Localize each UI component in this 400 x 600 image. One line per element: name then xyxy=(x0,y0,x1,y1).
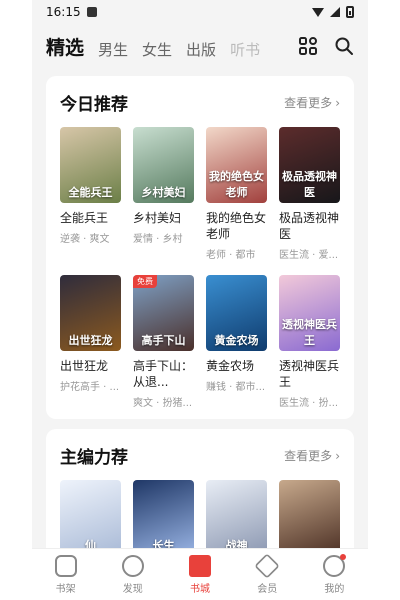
view-more-link[interactable]: 查看更多 › xyxy=(284,447,340,464)
bottom-tab-bar: 书架 发现 书城 会员 我的 xyxy=(32,548,368,600)
cover-title: 黄金农场 xyxy=(214,334,259,347)
book-cover: 乡村美妇 xyxy=(133,127,194,203)
book-cover: 长生 xyxy=(133,480,194,556)
cover-title: 我的绝色女老师 xyxy=(209,170,264,199)
book-item[interactable]: 仙 xyxy=(60,480,121,556)
book-tags: 爱情 · 乡村 xyxy=(133,234,183,245)
book-item[interactable]: 极品透视神医 极品透视神医 医生流 · 爱... xyxy=(279,127,340,261)
cover-title: 全能兵王 xyxy=(68,186,113,199)
book-item[interactable]: 黄金农场 黄金农场 赚钱 · 都市... xyxy=(206,275,267,409)
book-tags: 医生流 · 爱... xyxy=(279,250,339,261)
view-more-label: 查看更多 xyxy=(284,96,333,110)
book-cover: 免费 高手下山 xyxy=(133,275,194,351)
book-cover: 全能兵王 xyxy=(60,127,121,203)
bookshelf-icon xyxy=(54,554,77,577)
bottom-tab-bookstore[interactable]: 书城 xyxy=(166,549,233,600)
book-item[interactable]: 全能兵王 全能兵王 逆袭 · 爽文 xyxy=(60,127,121,261)
bottom-tab-profile[interactable]: 我的 xyxy=(301,549,368,600)
book-cover: 极品透视神医 xyxy=(279,127,340,203)
bottom-tab-bookshelf[interactable]: 书架 xyxy=(32,549,99,600)
book-item[interactable]: 透视神医兵王 透视神医兵王 医生流 · 扮... xyxy=(279,275,340,409)
status-bar: 16:15 xyxy=(32,0,368,24)
book-title: 透视神医兵王 xyxy=(279,359,340,389)
notification-icon xyxy=(86,7,97,17)
bottom-tab-discover[interactable]: 发现 xyxy=(99,549,166,600)
section-header: 主编力荐 查看更多 › xyxy=(60,443,340,468)
book-item[interactable] xyxy=(279,480,340,556)
book-title: 高手下山：从退... xyxy=(133,359,194,389)
free-badge: 免费 xyxy=(133,275,157,288)
book-item[interactable]: 免费 高手下山 高手下山：从退... 爽文 · 扮猪... xyxy=(133,275,194,409)
book-item[interactable]: 长生 xyxy=(133,480,194,556)
status-right xyxy=(312,6,354,18)
book-cover: 黄金农场 xyxy=(206,275,267,351)
bottom-tab-label: 会员 xyxy=(257,583,278,595)
book-item[interactable]: 乡村美妇 乡村美妇 爱情 · 乡村 xyxy=(133,127,194,261)
chevron-right-icon: › xyxy=(335,95,340,110)
book-tags: 老师 · 都市 xyxy=(206,250,256,261)
book-title: 全能兵王 xyxy=(60,211,109,225)
book-title: 极品透视神医 xyxy=(279,211,340,241)
book-title: 黄金农场 xyxy=(206,359,255,373)
book-cover: 我的绝色女老师 xyxy=(206,127,267,203)
nav-icons xyxy=(298,36,354,56)
tab-publish[interactable]: 出版 xyxy=(186,39,216,60)
chevron-right-icon: › xyxy=(335,448,340,463)
phone-screen: 16:15 精选 男生 女生 出版 听书 今日推荐 查看更多 › 全能兵王 全能… xyxy=(32,0,368,600)
book-cover: 透视神医兵王 xyxy=(279,275,340,351)
search-icon[interactable] xyxy=(334,36,354,56)
bottom-tab-label: 我的 xyxy=(324,583,345,595)
wifi-icon xyxy=(312,7,324,17)
book-title: 我的绝色女老师 xyxy=(206,211,267,241)
cover-title: 乡村美妇 xyxy=(141,186,186,199)
cover-title: 出世狂龙 xyxy=(68,334,113,347)
book-cover: 出世狂龙 xyxy=(60,275,121,351)
editor-book-grid: 仙 长生 战神 xyxy=(60,480,340,556)
status-left: 16:15 xyxy=(46,5,97,19)
book-grid: 全能兵王 全能兵王 逆袭 · 爽文 乡村美妇 乡村美妇 爱情 · 乡村 我的绝色… xyxy=(60,127,340,409)
tab-audiobook[interactable]: 听书 xyxy=(230,39,260,60)
bookstore-icon xyxy=(189,554,211,577)
bottom-tab-label: 书架 xyxy=(55,583,76,595)
cover-title: 高手下山 xyxy=(141,334,186,347)
book-tags: 护花高手 · ... xyxy=(60,382,120,393)
book-title: 出世狂龙 xyxy=(60,359,109,373)
book-tags: 逆袭 · 爽文 xyxy=(60,234,110,245)
section-header: 今日推荐 查看更多 › xyxy=(60,90,340,115)
section-title: 今日推荐 xyxy=(60,95,128,115)
signal-icon xyxy=(330,7,340,17)
book-cover xyxy=(279,480,340,556)
today-recommend-section: 今日推荐 查看更多 › 全能兵王 全能兵王 逆袭 · 爽文 乡村美妇 乡村美妇 … xyxy=(46,76,354,419)
category-grid-icon[interactable] xyxy=(298,36,318,56)
compass-icon xyxy=(121,554,144,577)
profile-icon xyxy=(323,553,347,577)
tab-boys[interactable]: 男生 xyxy=(98,39,128,60)
book-tags: 医生流 · 扮... xyxy=(279,398,339,409)
cover-title: 透视神医兵王 xyxy=(282,318,337,347)
screen: 16:15 精选 男生 女生 出版 听书 今日推荐 查看更多 › 全能兵王 全能… xyxy=(0,0,400,600)
book-tags: 爽文 · 扮猪... xyxy=(133,398,193,409)
status-time: 16:15 xyxy=(46,5,81,19)
top-nav: 精选 男生 女生 出版 听书 xyxy=(32,24,368,68)
category-tabs: 精选 男生 女生 出版 听书 xyxy=(46,33,288,60)
member-icon xyxy=(254,552,280,579)
cover-title: 极品透视神医 xyxy=(282,170,337,199)
view-more-link[interactable]: 查看更多 › xyxy=(284,94,340,111)
book-item[interactable]: 战神 xyxy=(206,480,267,556)
battery-icon xyxy=(346,6,354,18)
section-title: 主编力荐 xyxy=(60,448,128,468)
book-cover: 战神 xyxy=(206,480,267,556)
book-title: 乡村美妇 xyxy=(133,211,182,225)
book-cover: 仙 xyxy=(60,480,121,556)
tab-jingxuan[interactable]: 精选 xyxy=(46,33,84,60)
view-more-label: 查看更多 xyxy=(284,449,333,463)
bottom-tab-member[interactable]: 会员 xyxy=(234,549,301,600)
notification-dot xyxy=(340,553,347,560)
book-tags: 赚钱 · 都市... xyxy=(206,382,266,393)
bottom-tab-label: 发现 xyxy=(122,583,143,595)
tab-girls[interactable]: 女生 xyxy=(142,39,172,60)
book-item[interactable]: 我的绝色女老师 我的绝色女老师 老师 · 都市 xyxy=(206,127,267,261)
bottom-tab-label: 书城 xyxy=(190,583,210,595)
book-item[interactable]: 出世狂龙 出世狂龙 护花高手 · ... xyxy=(60,275,121,409)
